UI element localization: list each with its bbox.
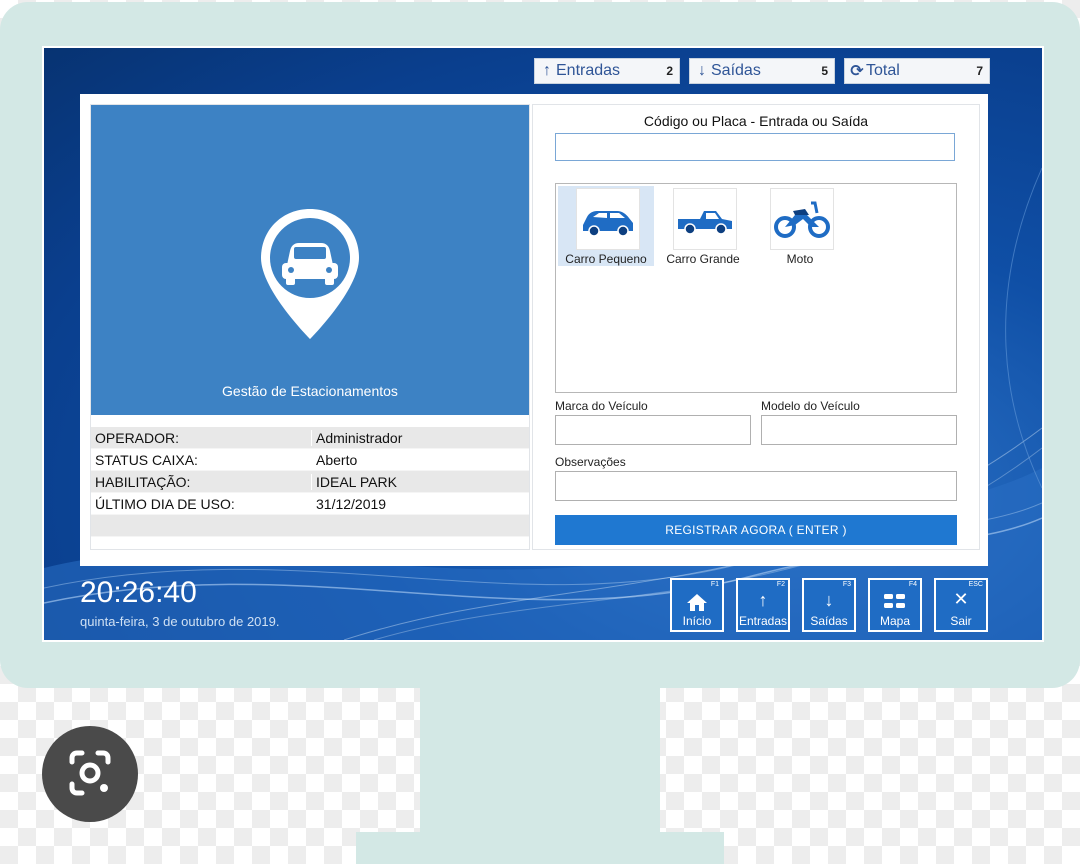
home-button-label: Início	[682, 614, 712, 628]
vehicle-option-motorcycle[interactable]: Moto	[752, 186, 848, 266]
vehicle-option-label: Carro Pequeno	[565, 252, 647, 266]
map-button-label: Mapa	[879, 614, 911, 628]
home-button[interactable]: F1 Início	[670, 578, 724, 632]
monitor-stand	[420, 680, 660, 840]
vehicle-option-small-car[interactable]: Carro Pequeno	[558, 186, 654, 266]
car-location-pin-icon	[261, 209, 359, 339]
exits-button-label: Saídas	[810, 614, 848, 628]
shortcut-key: F2	[776, 581, 785, 588]
entries-button-label: Entradas	[738, 614, 788, 628]
info-row-empty	[91, 515, 529, 537]
register-button[interactable]: REGISTRAR AGORA ( ENTER )	[555, 515, 957, 545]
map-button[interactable]: F4 Mapa	[868, 578, 922, 632]
vehicle-model-label: Modelo do Veículo	[761, 399, 860, 413]
vehicle-type-list: Carro Pequeno Carro Grande Moto	[555, 183, 957, 393]
entries-button[interactable]: F2 ↑ Entradas	[736, 578, 790, 632]
brand-title: Gestão de Estacionamentos	[222, 383, 398, 399]
vehicle-brand-field[interactable]	[555, 415, 751, 445]
shortcut-key: F4	[908, 581, 917, 588]
shortcut-key: ESC	[968, 581, 983, 588]
info-row-cash-status: STATUS CAIXA: Aberto	[91, 449, 529, 471]
info-table: OPERADOR: Administrador STATUS CAIXA: Ab…	[91, 427, 529, 537]
monitor-base	[356, 832, 724, 864]
info-value: 31/12/2019	[311, 495, 529, 512]
close-icon: ✕	[953, 589, 969, 609]
arrow-down-icon: ↓	[824, 590, 834, 610]
arrow-up-icon: ↑	[758, 590, 768, 610]
vehicle-option-large-car[interactable]: Carro Grande	[655, 186, 751, 266]
exits-button[interactable]: F3 ↓ Saídas	[802, 578, 856, 632]
notes-field[interactable]	[555, 471, 957, 501]
clock-time: 20:26:40	[80, 576, 197, 609]
notes-label: Observações	[555, 455, 626, 469]
vehicle-brand-label: Marca do Veículo	[555, 399, 648, 413]
clock-date: quinta-feira, 3 de outubro de 2019.	[80, 614, 280, 629]
main-panel: Gestão de Estacionamentos OPERADOR: Admi…	[80, 94, 988, 566]
exits-counter[interactable]: ↓ Saídas 5	[689, 58, 835, 84]
parking-map-icon	[870, 592, 920, 615]
motorcycle-icon	[770, 188, 834, 250]
shortcut-key: F1	[710, 581, 719, 588]
total-counter[interactable]: ⟳ Total 7	[844, 58, 990, 84]
exits-counter-label: Saídas	[711, 62, 761, 79]
code-input-label: Código ou Placa - Entrada ou Saída	[643, 113, 869, 129]
total-counter-value: 7	[976, 64, 983, 78]
info-value: Aberto	[311, 451, 529, 468]
info-key: HABILITAÇÃO:	[95, 473, 191, 490]
app-screen: ↑ Entradas 2 ↓ Saídas 5 ⟳ Total 7 Gestão…	[42, 46, 1044, 642]
info-value: Administrador	[311, 429, 529, 446]
total-counter-label: Total	[866, 62, 900, 79]
info-key: OPERADOR:	[95, 429, 180, 446]
refresh-icon: ⟳	[850, 63, 864, 80]
vehicle-option-label: Carro Grande	[666, 252, 740, 266]
info-row-last-use: ÚLTIMO DIA DE USO: 31/12/2019	[91, 493, 529, 515]
small-car-icon	[576, 188, 640, 250]
info-row-operator: OPERADOR: Administrador	[91, 427, 529, 449]
info-key: ÚLTIMO DIA DE USO:	[95, 495, 235, 512]
entries-counter[interactable]: ↑ Entradas 2	[534, 58, 680, 84]
info-row-license: HABILITAÇÃO: IDEAL PARK	[91, 471, 529, 493]
lens-camera-button[interactable]	[42, 726, 138, 822]
camera-search-icon	[69, 750, 111, 796]
exit-button-label: Sair	[950, 614, 972, 628]
info-value: IDEAL PARK	[311, 473, 529, 490]
code-plate-input[interactable]	[555, 133, 955, 161]
info-key: STATUS CAIXA:	[95, 451, 198, 468]
shortcut-key: F3	[842, 581, 851, 588]
exit-button[interactable]: ESC ✕ Sair	[934, 578, 988, 632]
vehicle-option-label: Moto	[786, 252, 814, 266]
exits-counter-value: 5	[821, 64, 828, 78]
arrow-up-icon: ↑	[543, 62, 551, 79]
arrow-down-icon: ↓	[698, 62, 706, 79]
registration-form: Código ou Placa - Entrada ou Saída Carro…	[532, 104, 980, 550]
vehicle-model-field[interactable]	[761, 415, 957, 445]
pickup-truck-icon	[673, 188, 737, 250]
entries-counter-label: Entradas	[556, 62, 621, 79]
status-card: Gestão de Estacionamentos OPERADOR: Admi…	[90, 104, 530, 550]
entries-counter-value: 2	[666, 64, 673, 78]
brand-panel: Gestão de Estacionamentos	[91, 105, 529, 415]
